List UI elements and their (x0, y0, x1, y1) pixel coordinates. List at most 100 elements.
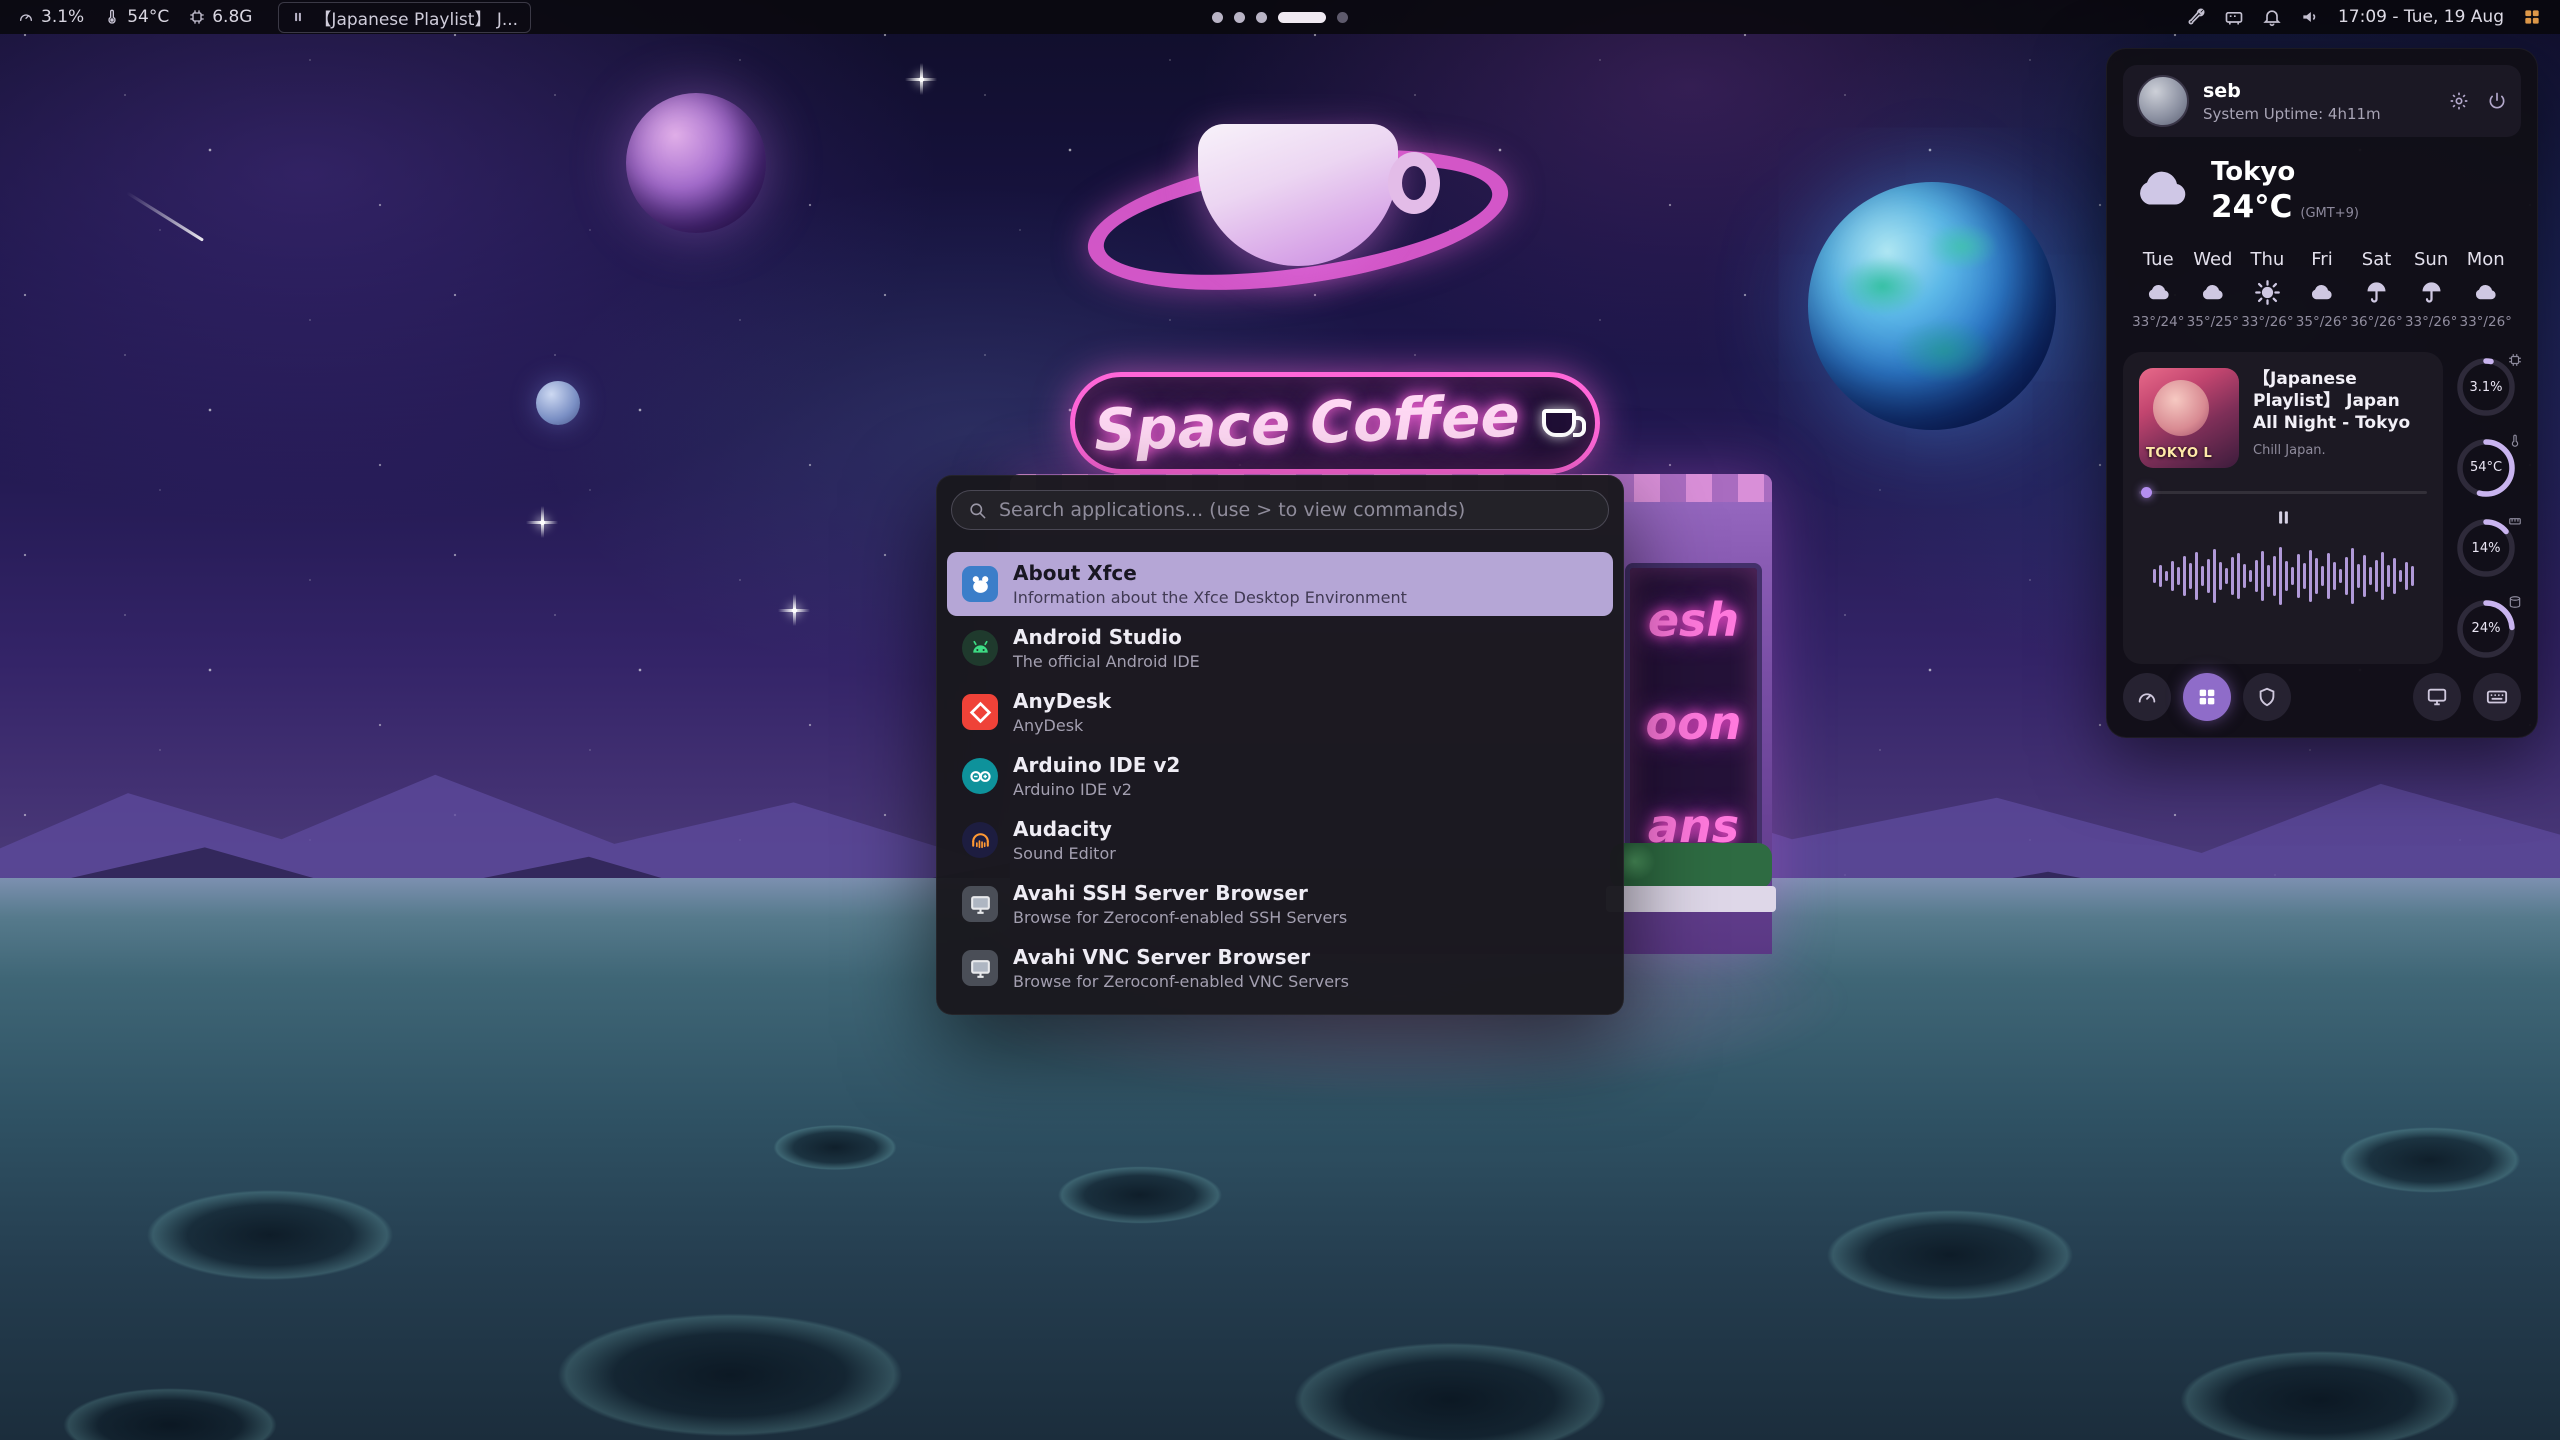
grid-icon (2196, 686, 2218, 708)
forecast-weather-icon (2404, 277, 2459, 307)
launcher-item-android-studio[interactable]: Android Studio The official Android IDE (947, 616, 1613, 680)
planter-art (1606, 886, 1776, 912)
speedometer-icon (2136, 686, 2158, 708)
app-grid-button[interactable] (2183, 673, 2231, 721)
window-neon-text: oon (1646, 696, 1742, 750)
neon-cup-icon (1542, 409, 1576, 437)
crater-art (760, 1120, 910, 1175)
launcher-item-arduino-ide[interactable]: Arduino IDE v2 Arduino IDE v2 (947, 744, 1613, 808)
launcher-item-text: AnyDesk AnyDesk (1013, 689, 1111, 735)
memory-chip-icon (189, 9, 205, 25)
app-grid-icon[interactable] (2522, 7, 2542, 27)
power-button[interactable] (2487, 91, 2507, 111)
anydesk-icon (962, 694, 998, 730)
small-moon-art (536, 381, 580, 425)
cup-handle-art (1388, 152, 1440, 214)
seek-knob[interactable] (2141, 487, 2152, 498)
forecast-weather-icon (2240, 277, 2295, 307)
quick-actions-right (2413, 673, 2521, 721)
crater-art (520, 1300, 940, 1440)
workspace-2[interactable] (1234, 12, 1245, 23)
quick-actions-left (2123, 673, 2291, 721)
search-input[interactable] (999, 499, 1592, 521)
clock[interactable]: 17:09 - Tue, 19 Aug (2338, 7, 2504, 27)
album-art: TOKYO L (2139, 368, 2239, 468)
workspace-1[interactable] (1212, 12, 1223, 23)
app-title: AnyDesk (1013, 689, 1111, 713)
forecast-day: Fri (2295, 249, 2350, 270)
network-card-tray-icon[interactable] (2224, 7, 2244, 27)
earth-planet-art (1808, 182, 2056, 430)
launcher-search-box (951, 490, 1609, 530)
topbar-stats: 3.1% 54°C 6.8G 【Japanese Playlist】 J... (18, 2, 531, 33)
launcher-item-avahi-vnc[interactable]: Avahi VNC Server Browser Browse for Zero… (947, 936, 1613, 1000)
temperature-gauge: 54°C (2455, 437, 2517, 499)
topbar-music-widget[interactable]: 【Japanese Playlist】 J... (278, 2, 531, 33)
forecast-weather-icon (2458, 277, 2513, 307)
pause-button[interactable] (2273, 507, 2294, 531)
system-gauges: 3.1% 54°C 14% 24% (2455, 352, 2521, 664)
weather-forecast: Tue Wed Thu Fri Sat Sun Mon 33°/24° 35°/… (2131, 249, 2513, 330)
app-title: About Xfce (1013, 561, 1407, 585)
security-button[interactable] (2243, 673, 2291, 721)
avatar[interactable] (2137, 75, 2189, 127)
pause-icon (2273, 507, 2294, 528)
launcher-item-about-xfce[interactable]: About Xfce Information about the Xfce De… (947, 552, 1613, 616)
username: seb (2203, 80, 2381, 102)
app-subtitle: Arduino IDE v2 (1013, 780, 1180, 799)
launcher-item-avahi-ssh[interactable]: Avahi SSH Server Browser Browse for Zero… (947, 872, 1613, 936)
notifications-bell-icon[interactable] (2262, 7, 2282, 27)
launcher-item-anydesk[interactable]: AnyDesk AnyDesk (947, 680, 1613, 744)
app-subtitle: Browse for Zeroconf-enabled SSH Servers (1013, 908, 1347, 927)
album-art-label: TOKYO L (2146, 446, 2212, 461)
track-info: 【Japanese Playlist】 Japan All Night - To… (2253, 368, 2427, 468)
workspace-4[interactable] (1278, 12, 1326, 23)
forecast-day: Thu (2240, 249, 2295, 270)
cpu-stat: 3.1% (18, 7, 84, 27)
app-title: Avahi VNC Server Browser (1013, 945, 1349, 969)
app-title: Audacity (1013, 817, 1116, 841)
cpu-value: 3.1% (41, 7, 84, 27)
app-launcher: About Xfce Information about the Xfce De… (936, 475, 1624, 1015)
workspace-indicator[interactable] (1212, 12, 1348, 23)
waveform (2139, 543, 2427, 609)
launcher-item-audacity[interactable]: Audacity Sound Editor (947, 808, 1613, 872)
shop-window-art: esh oon ans (1625, 563, 1762, 882)
launcher-item-text: Arduino IDE v2 Arduino IDE v2 (1013, 753, 1180, 799)
weather-temperature: 24°C (2211, 189, 2292, 225)
weather-text: Tokyo 24°C (GMT+9) (2211, 157, 2359, 225)
weather-widget: Tokyo 24°C (GMT+9) Tue Wed Thu Fri Sat S… (2123, 157, 2521, 330)
thermometer-icon (104, 9, 120, 25)
disk-gauge: 24% (2455, 598, 2517, 660)
search-icon (968, 501, 987, 520)
launcher-item-text: Android Studio The official Android IDE (1013, 625, 1200, 671)
audacity-icon (962, 822, 998, 858)
hedge-art (1610, 843, 1772, 889)
forecast-day: Tue (2131, 249, 2186, 270)
weather-city: Tokyo (2211, 157, 2359, 187)
screencast-button[interactable] (2413, 673, 2461, 721)
forecast-day: Sat (2349, 249, 2404, 270)
dashboard-button[interactable] (2123, 673, 2171, 721)
memory-icon (2508, 513, 2522, 532)
volume-icon[interactable] (2300, 7, 2320, 27)
temperature-stat: 54°C (104, 7, 169, 27)
cloud-icon (2131, 158, 2193, 224)
forecast-temps: 36°/26° (2349, 314, 2404, 330)
app-subtitle: Browse for Zeroconf-enabled VNC Servers (1013, 972, 1349, 991)
track-subtitle: Chill Japan. (2253, 443, 2427, 458)
settings-button[interactable] (2449, 91, 2469, 111)
app-title: Android Studio (1013, 625, 1200, 649)
user-header: seb System Uptime: 4h11m (2123, 65, 2521, 137)
tools-tray-icon[interactable] (2186, 7, 2206, 27)
cpu-gauge: 3.1% (2455, 356, 2517, 418)
workspace-5[interactable] (1337, 12, 1348, 23)
workspace-3[interactable] (1256, 12, 1267, 23)
sparkle-star-art (919, 77, 924, 82)
forecast-temps: 33°/26° (2240, 314, 2295, 330)
pause-icon (291, 10, 305, 24)
app-title: Arduino IDE v2 (1013, 753, 1180, 777)
forecast-day: Wed (2186, 249, 2241, 270)
keyboard-button[interactable] (2473, 673, 2521, 721)
seek-slider[interactable] (2139, 486, 2427, 498)
